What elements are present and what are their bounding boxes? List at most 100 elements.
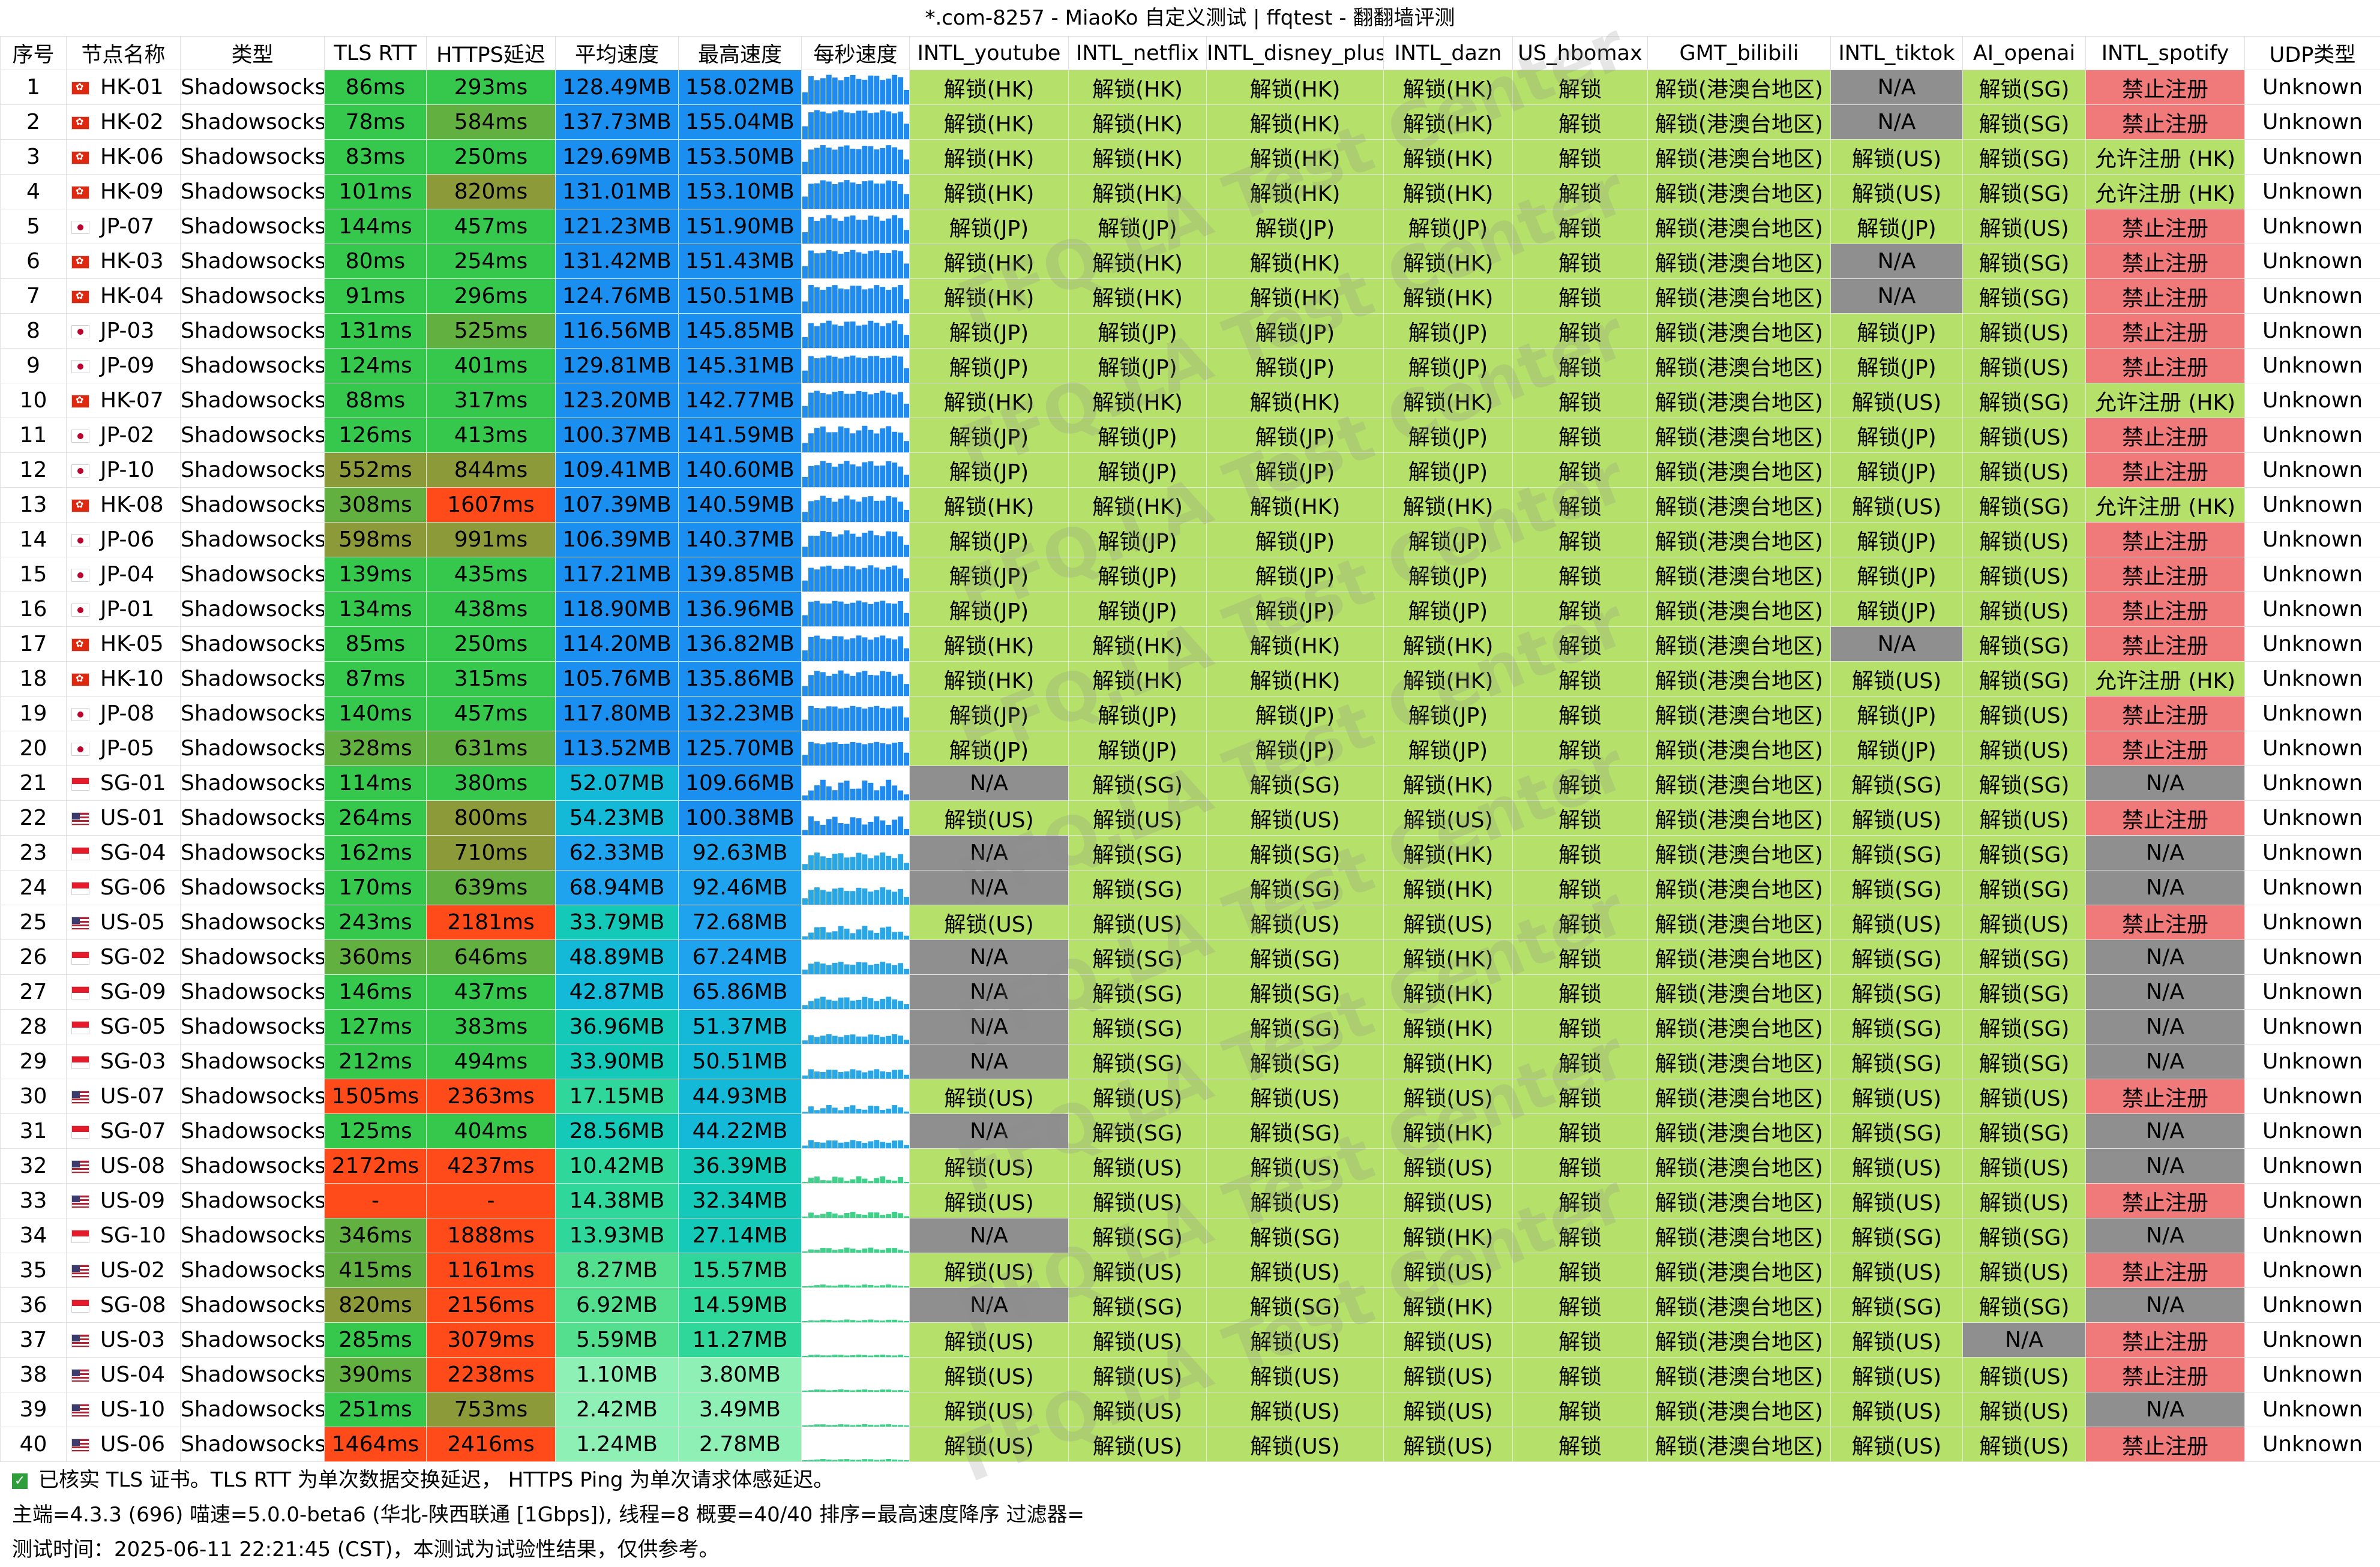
us-flag-icon — [71, 1160, 89, 1173]
https-latency: 991ms — [426, 522, 556, 557]
table-row[interactable]: 3HK-06Shadowsocks83ms250ms129.69MB153.50… — [0, 139, 2380, 175]
speed-bar — [838, 569, 844, 592]
table-row[interactable]: 40 US-06 Shadowsocks 1464ms 2416ms 1.24MB 2.78… — [0, 1427, 2380, 1462]
netflix-unlock: 解锁(SG) — [1068, 939, 1207, 975]
speed-bar — [892, 932, 898, 939]
speed-bar — [808, 706, 814, 731]
speed-bar — [802, 795, 808, 800]
max-speed: 50.51MB — [678, 1044, 802, 1079]
speed-bar — [832, 816, 838, 835]
table-row[interactable]: 12 JP-10 Shadowsocks 552ms 844ms 109.41MB 140.… — [0, 452, 2380, 488]
table-row[interactable]: 13HK-08Shadowsocks308ms1607ms107.39MB140… — [0, 487, 2380, 523]
column-header[interactable]: INTL_spotify — [2085, 36, 2245, 70]
table-row[interactable]: 26 SG-02 Shadowsocks 360ms 646ms 48.89MB 67.24… — [0, 939, 2380, 975]
table-row[interactable]: 19 JP-08 Shadowsocks 140ms 457ms 117.80MB 132.… — [0, 696, 2380, 731]
table-row[interactable]: 31 SG-07 Shadowsocks 125ms 404ms 28.56MB 44.22… — [0, 1113, 2380, 1149]
bilibili-unlock: 解锁(港澳台地区) — [1647, 278, 1831, 314]
column-header[interactable]: TLS RTT — [324, 36, 427, 70]
column-header[interactable]: GMT_bilibili — [1647, 36, 1831, 70]
speed-bar — [898, 790, 904, 800]
table-row[interactable]: 7HK-04Shadowsocks91ms296ms124.76MB150.51… — [0, 278, 2380, 314]
openai-unlock: 解锁(US) — [1962, 1079, 2086, 1114]
column-header[interactable]: 序号 — [0, 36, 67, 70]
column-header[interactable]: INTL_dazn — [1383, 36, 1513, 70]
column-header[interactable]: US_hbomax — [1512, 36, 1648, 70]
speed-bar — [880, 1215, 886, 1218]
column-header[interactable]: 最高速度 — [678, 36, 802, 70]
https-latency: 315ms — [426, 661, 556, 697]
table-row[interactable]: 5 JP-07 Shadowsocks 144ms 457ms 121.23MB 151.9… — [0, 209, 2380, 244]
table-row[interactable]: 18HK-10Shadowsocks87ms315ms105.76MB135.8… — [0, 661, 2380, 697]
table-row[interactable]: 22 US-01 Shadowsocks 264ms 800ms 54.23MB 100.3… — [0, 800, 2380, 836]
speed-bar — [838, 636, 844, 661]
table-row[interactable]: 2HK-02Shadowsocks78ms584ms137.73MB155.04… — [0, 104, 2380, 140]
node-name-label: SG-04 — [100, 840, 166, 865]
speed-bar — [892, 565, 898, 592]
node-name: US-09 — [66, 1183, 181, 1218]
table-row[interactable]: 28 SG-05 Shadowsocks 127ms 383ms 36.96MB 51.37… — [0, 1009, 2380, 1044]
column-header[interactable]: INTL_netflix — [1068, 36, 1207, 70]
speed-bar — [820, 112, 826, 139]
disney-plus-unlock: 解锁(HK) — [1206, 383, 1384, 418]
column-header[interactable]: INTL_youtube — [909, 36, 1069, 70]
table-row[interactable]: 4HK-09Shadowsocks101ms820ms131.01MB153.1… — [0, 174, 2380, 209]
table-row[interactable]: 15 JP-04 Shadowsocks 139ms 435ms 117.21MB 139.… — [0, 557, 2380, 592]
table-row[interactable]: 10HK-07Shadowsocks88ms317ms123.20MB142.7… — [0, 383, 2380, 418]
row-index: 30 — [0, 1079, 67, 1114]
table-header: 序号 节点名称 类型 TLS RTT HTTPS延迟 平均速度 最高速度 每秒速度 INTL_y… — [0, 36, 2380, 70]
node-name-label: JP-06 — [100, 527, 155, 552]
speed-bar — [892, 1285, 898, 1287]
table-row[interactable]: 20 JP-05 Shadowsocks 328ms 631ms 113.52MB 125.… — [0, 731, 2380, 766]
table-row[interactable]: 36 SG-08 Shadowsocks 820ms 2156ms 6.92MB 14.59… — [0, 1287, 2380, 1323]
column-header[interactable]: 平均速度 — [555, 36, 679, 70]
speed-bar — [850, 355, 856, 383]
column-header[interactable]: INTL_tiktok — [1830, 36, 1963, 70]
avg-speed: 2.42MB — [555, 1392, 679, 1427]
table-row[interactable]: 16 JP-01 Shadowsocks 134ms 438ms 118.90MB 136.… — [0, 592, 2380, 627]
table-row[interactable]: 1HK-01Shadowsocks86ms293ms128.49MB158.02… — [0, 70, 2380, 105]
netflix-unlock: 解锁(US) — [1068, 1392, 1207, 1427]
speed-bar — [838, 463, 844, 487]
dazn-unlock: 解锁(HK) — [1383, 835, 1513, 870]
table-row[interactable]: 35 US-02 Shadowsocks 415ms 1161ms 8.27MB 15.57… — [0, 1253, 2380, 1288]
table-row[interactable]: 21 SG-01 Shadowsocks 114ms 380ms 52.07MB 109.6… — [0, 766, 2380, 801]
column-header[interactable]: AI_openai — [1962, 36, 2086, 70]
speed-bar — [868, 1319, 874, 1322]
table-row[interactable]: 23 SG-04 Shadowsocks 162ms 710ms 62.33MB 92.63… — [0, 835, 2380, 870]
table-row[interactable]: 24 SG-06 Shadowsocks 170ms 639ms 68.94MB 92.46… — [0, 870, 2380, 905]
table-row[interactable]: 6HK-03Shadowsocks80ms254ms131.42MB151.43… — [0, 244, 2380, 279]
table-row[interactable]: 33 US-09 Shadowsocks - -14.38MB 32.34MB 解锁(US)… — [0, 1183, 2380, 1218]
table-row[interactable]: 30 US-07 Shadowsocks 1505ms 2363ms 17.15MB 44.… — [0, 1079, 2380, 1114]
speed-bar — [844, 1284, 850, 1287]
per-second-speed — [801, 766, 910, 801]
table-row[interactable]: 32 US-08 Shadowsocks 2172ms 4237ms 10.42MB 36.… — [0, 1148, 2380, 1184]
speed-sparkline — [802, 852, 909, 870]
speed-bar — [820, 708, 826, 731]
speed-bar — [862, 709, 868, 731]
column-header[interactable]: INTL_disney_plus — [1206, 36, 1384, 70]
table-row[interactable]: 17HK-05Shadowsocks85ms250ms114.20MB136.8… — [0, 626, 2380, 662]
speed-bar — [856, 1176, 862, 1183]
table-row[interactable]: 34 SG-10 Shadowsocks 346ms 1888ms 13.93MB 27.1… — [0, 1218, 2380, 1253]
column-header[interactable]: UDP类型 — [2244, 36, 2380, 70]
per-second-speed — [801, 974, 910, 1010]
column-header[interactable]: 每秒速度 — [801, 36, 910, 70]
column-header[interactable]: 节点名称 — [66, 36, 181, 70]
speed-bar — [838, 80, 844, 104]
table-row[interactable]: 29 SG-03 Shadowsocks 212ms 494ms 33.90MB 50.51… — [0, 1044, 2380, 1079]
table-row[interactable]: 8 JP-03 Shadowsocks 131ms 525ms 116.56MB 145.8… — [0, 313, 2380, 349]
table-row[interactable]: 38 US-04 Shadowsocks 390ms 2238ms 1.10MB 3.80M… — [0, 1357, 2380, 1392]
column-header[interactable]: 类型 — [180, 36, 325, 70]
table-row[interactable]: 9 JP-09 Shadowsocks 124ms 401ms 129.81MB 145.3… — [0, 348, 2380, 383]
table-row[interactable]: 14 JP-06 Shadowsocks 598ms 991ms 106.39MB 140.… — [0, 522, 2380, 557]
table-row[interactable]: 27 SG-09 Shadowsocks 146ms 437ms 42.87MB 65.86… — [0, 974, 2380, 1010]
table-row[interactable]: 25 US-05 Shadowsocks 243ms 2181ms 33.79MB 72.6… — [0, 905, 2380, 940]
table-row[interactable]: 11 JP-02 Shadowsocks 126ms 413ms 100.37MB 141.… — [0, 418, 2380, 453]
column-header[interactable]: HTTPS延迟 — [426, 36, 556, 70]
node-type: Shadowsocks — [180, 1253, 325, 1288]
hbomax-unlock: 解锁 — [1512, 939, 1648, 975]
node-type: Shadowsocks — [180, 522, 325, 557]
table-row[interactable]: 39 US-10 Shadowsocks 251ms 753ms 2.42MB 3.49MB… — [0, 1392, 2380, 1427]
youtube-unlock: 解锁(JP) — [909, 696, 1069, 731]
table-row[interactable]: 37 US-03 Shadowsocks 285ms 3079ms 5.59MB 11.27… — [0, 1322, 2380, 1358]
